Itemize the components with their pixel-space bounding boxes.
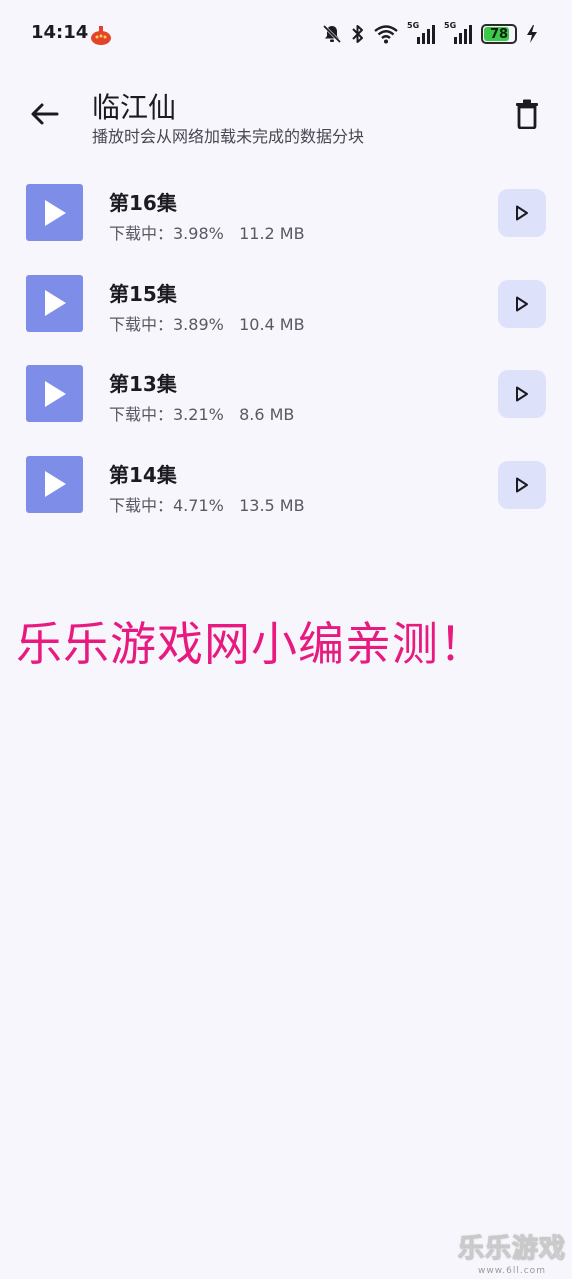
wifi-icon — [374, 24, 398, 44]
app-notification-icon — [90, 24, 112, 46]
play-icon — [516, 296, 528, 311]
play-triangle-icon — [44, 290, 66, 316]
play-triangle-icon — [44, 380, 66, 407]
status-bar: 14:14 5G 5G 78 — [0, 0, 572, 68]
status-time: 14:14 — [31, 22, 89, 43]
arrow-left-icon — [29, 102, 59, 130]
delete-button[interactable] — [506, 96, 548, 136]
episode-row[interactable]: 第15集 下载中：3.89% 10.4 MB — [0, 259, 572, 350]
episode-title: 第14集 — [109, 462, 177, 487]
brand-watermark-url: www.6ll.com — [478, 1266, 546, 1276]
battery-level: 78 — [489, 26, 509, 42]
play-icon — [516, 477, 528, 492]
episode-download-status: 下载中：3.98% 11.2 MB — [109, 224, 305, 243]
episode-download-status: 下载中：3.21% 8.6 MB — [109, 405, 295, 424]
battery-icon: 78 — [481, 24, 517, 44]
back-button[interactable] — [22, 96, 66, 136]
episode-download-status: 下载中：4.71% 13.5 MB — [109, 495, 305, 515]
episode-row[interactable]: 第14集 下载中：4.71% 13.5 MB — [0, 440, 572, 531]
episode-download-status: 下载中：3.89% 10.4 MB — [109, 314, 305, 334]
brand-watermark-name: 乐乐游戏 — [457, 1234, 566, 1265]
cellular-signal-icon: 5G — [407, 21, 435, 45]
episode-title: 第16集 — [109, 191, 177, 215]
play-triangle-icon — [44, 199, 66, 226]
cellular-signal-2-icon: 5G — [444, 21, 472, 45]
episode-title: 第15集 — [109, 281, 177, 306]
trash-icon — [515, 99, 539, 133]
brand-watermark: 乐乐游戏 www.6ll.com — [454, 1228, 570, 1277]
status-icons: 5G 5G 78 — [322, 21, 538, 46]
episode-row[interactable]: 第13集 下载中：3.21% 8.6 MB — [0, 349, 572, 440]
page-title: 临江仙 — [92, 91, 177, 124]
episode-row[interactable]: 第16集 下载中：3.98% 11.2 MB — [0, 168, 572, 259]
bluetooth-icon — [351, 24, 365, 44]
play-icon — [516, 205, 528, 221]
episode-list: 第16集 下载中：3.98% 11.2 MB 第15集 下载中：3.89% 10… — [0, 168, 572, 530]
episode-thumbnail — [26, 455, 83, 513]
play-button[interactable] — [498, 460, 546, 509]
promo-watermark-text: 乐乐游戏网小编亲测！ — [16, 617, 486, 671]
episode-thumbnail — [26, 184, 83, 241]
charging-bolt-icon — [526, 24, 538, 44]
play-button[interactable] — [498, 370, 546, 418]
episode-thumbnail — [26, 365, 83, 422]
page-subtitle: 播放时会从网络加载未完成的数据分块 — [92, 127, 365, 146]
play-button[interactable] — [498, 189, 546, 237]
play-icon — [516, 386, 528, 402]
episode-thumbnail — [26, 274, 83, 332]
battery-indicator: 78 — [481, 24, 517, 44]
play-triangle-icon — [44, 471, 66, 497]
play-button[interactable] — [498, 279, 546, 328]
episode-title: 第13集 — [109, 372, 177, 396]
mute-bell-icon — [322, 24, 342, 44]
